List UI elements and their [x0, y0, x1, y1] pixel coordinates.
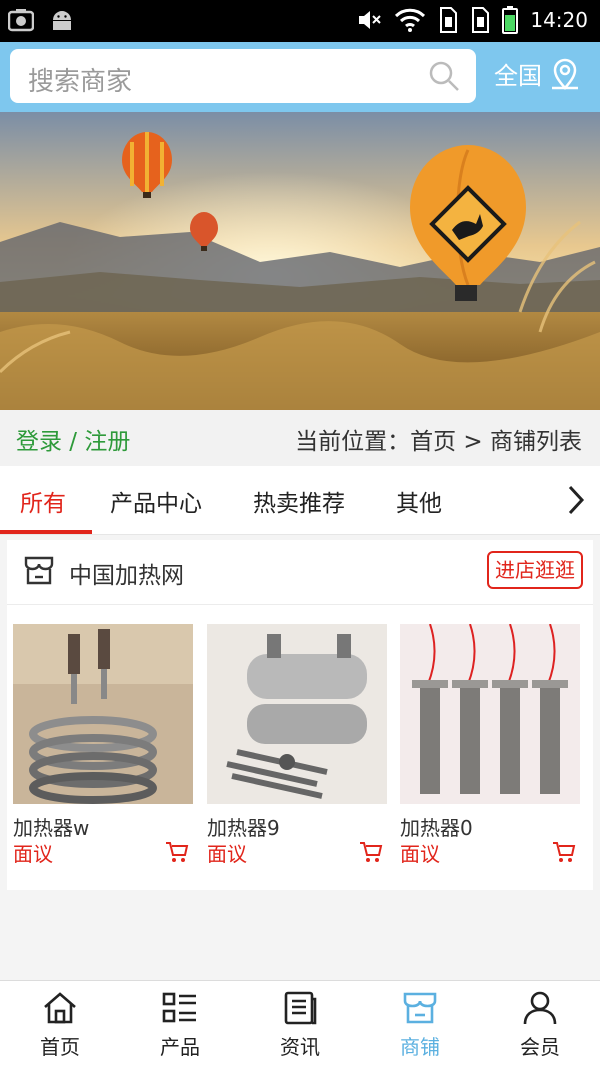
- product-card[interactable]: 加热器0 面议: [400, 624, 580, 867]
- user-icon[interactable]: [522, 991, 558, 1025]
- nav-products[interactable]: 产品: [120, 981, 240, 1068]
- search-icon[interactable]: [428, 60, 460, 92]
- battery-icon: [502, 6, 519, 34]
- product-image[interactable]: [400, 624, 580, 804]
- nav-products-label[interactable]: 产品: [120, 1031, 240, 1060]
- region-label[interactable]: 全国: [494, 56, 542, 91]
- top-bar: 搜索商家 全国: [0, 42, 600, 112]
- store-icon[interactable]: [402, 991, 438, 1025]
- nav-home-label[interactable]: 首页: [0, 1031, 120, 1060]
- screenshot-icon: [8, 9, 34, 32]
- tab-hot-recommend[interactable]: 热卖推荐: [253, 484, 345, 518]
- chevron-right-icon[interactable]: [566, 484, 586, 516]
- location-pin-icon[interactable]: [550, 58, 580, 90]
- nav-news-label[interactable]: 资讯: [240, 1031, 360, 1060]
- nav-news[interactable]: 资讯: [240, 981, 360, 1068]
- sim2-icon: [472, 7, 490, 33]
- shop-name[interactable]: 中国加热网: [69, 556, 184, 590]
- clock: 14:20: [530, 8, 588, 32]
- product-name: 加热器9: [207, 816, 280, 840]
- tab-all[interactable]: 所有: [20, 484, 66, 518]
- cart-icon[interactable]: [165, 841, 189, 863]
- search-input[interactable]: 搜索商家: [28, 61, 132, 98]
- shop-header: 中国加热网 进店逛逛: [7, 540, 593, 605]
- product-card[interactable]: 加热器w 面议: [13, 624, 193, 867]
- region-selector[interactable]: 全国: [494, 56, 580, 91]
- nav-member[interactable]: 会员: [480, 981, 600, 1068]
- bottom-nav: 首页 产品 资讯 商铺 会员: [0, 980, 600, 1068]
- search-box[interactable]: 搜索商家: [10, 49, 476, 103]
- product-name: 加热器w: [13, 816, 90, 840]
- nav-stores-label[interactable]: 商铺: [360, 1031, 480, 1060]
- tab-product-center[interactable]: 产品中心: [110, 484, 202, 518]
- list-icon[interactable]: [162, 991, 198, 1025]
- visit-store-button[interactable]: 进店逛逛: [487, 551, 583, 589]
- hot-air-balloon-landscape: [0, 112, 600, 410]
- banner-image[interactable]: [0, 112, 600, 410]
- cart-icon[interactable]: [359, 841, 383, 863]
- product-image[interactable]: [13, 624, 193, 804]
- info-bar: 登录 / 注册 当前位置：首页 > 商铺列表: [0, 410, 600, 466]
- home-icon[interactable]: [42, 991, 78, 1025]
- shop-card: 中国加热网 进店逛逛 加热器w 面议 加热器9 面议 加热器0 面议: [7, 540, 593, 890]
- store-icon: [24, 556, 54, 585]
- nav-home[interactable]: 首页: [0, 981, 120, 1068]
- category-tabs: 所有 产品中心 热卖推荐 其他: [0, 466, 600, 535]
- cart-icon[interactable]: [552, 841, 576, 863]
- login-register-link[interactable]: 登录 / 注册: [16, 422, 130, 456]
- android-icon: [53, 11, 71, 30]
- tab-other[interactable]: 其他: [396, 484, 442, 518]
- breadcrumb: 当前位置：首页 > 商铺列表: [295, 429, 582, 455]
- wifi-icon: [395, 8, 426, 32]
- nav-member-label[interactable]: 会员: [480, 1031, 600, 1060]
- sim1-icon: [440, 7, 458, 33]
- product-name: 加热器0: [400, 816, 473, 840]
- nav-stores[interactable]: 商铺: [360, 981, 480, 1068]
- news-icon[interactable]: [282, 991, 318, 1025]
- status-bar: 14:20: [0, 0, 600, 42]
- mute-icon: [359, 11, 382, 29]
- product-image[interactable]: [207, 624, 387, 804]
- product-card[interactable]: 加热器9 面议: [207, 624, 387, 867]
- active-tab-indicator: [0, 530, 92, 534]
